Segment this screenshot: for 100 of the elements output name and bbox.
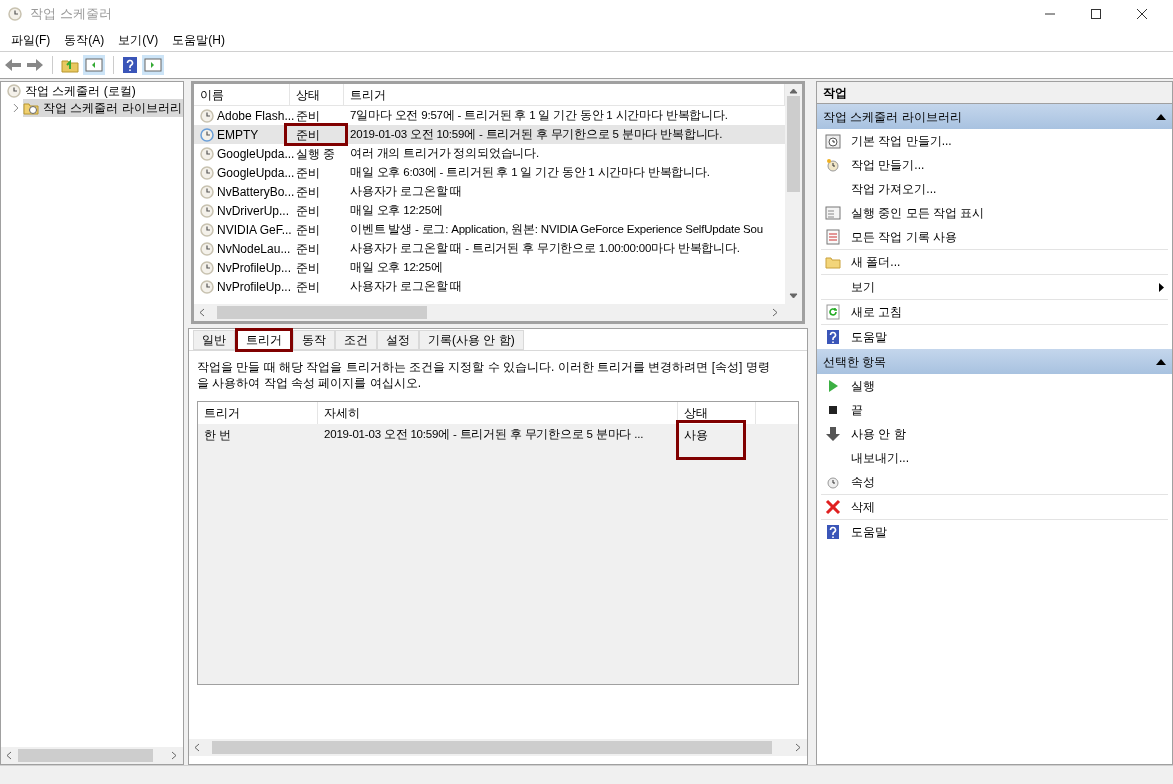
- scroll-left-icon[interactable]: [193, 743, 202, 752]
- tab[interactable]: 조건: [335, 330, 377, 350]
- forward-icon[interactable]: [26, 57, 44, 73]
- clock-icon: [200, 260, 214, 275]
- back-icon[interactable]: [4, 57, 22, 73]
- clock-icon: [825, 474, 841, 490]
- horizontal-scrollbar[interactable]: [1, 747, 183, 764]
- refresh-icon: [825, 304, 841, 320]
- list-window-icon: [825, 205, 841, 221]
- action-item[interactable]: 내보내기...: [821, 446, 1168, 470]
- task-row[interactable]: NvBatteryBo...준비 사용자가 로그온할 때: [194, 182, 785, 201]
- action-item[interactable]: 실행 중인 모든 작업 표시: [821, 201, 1168, 225]
- tab[interactable]: 트리거: [235, 328, 293, 352]
- clock-icon: [200, 146, 214, 161]
- task-status: 준비: [296, 260, 320, 275]
- task-status: 준비: [296, 222, 320, 237]
- action-item[interactable]: 도움말: [821, 520, 1168, 544]
- trigger-type: 한 번: [203, 427, 233, 444]
- tab[interactable]: 일반: [193, 330, 235, 350]
- help-icon[interactable]: [122, 56, 138, 74]
- collapse-caret-icon[interactable]: [1156, 358, 1166, 365]
- action-item[interactable]: 속성: [821, 470, 1168, 494]
- help-icon: [825, 524, 841, 540]
- folder-up-icon[interactable]: [61, 57, 79, 73]
- tab[interactable]: 동작: [293, 330, 335, 350]
- task-status: 준비: [296, 127, 320, 142]
- task-status: 준비: [296, 108, 320, 123]
- action-item[interactable]: 사용 안 함: [821, 422, 1168, 446]
- clock-icon: [7, 84, 21, 98]
- pane-toggle-icon[interactable]: [142, 55, 164, 75]
- actions-header: 작업: [817, 82, 1172, 104]
- clock-icon: [200, 165, 214, 180]
- column-header[interactable]: 상태: [290, 84, 344, 105]
- pane-toggle-icon[interactable]: [83, 55, 105, 75]
- task-trigger: 2019-01-03 오전 10:59에 - 트리거된 후 무기한으로 5 분마다 반복합니다.: [349, 126, 724, 142]
- action-item[interactable]: 도움말: [821, 325, 1168, 349]
- action-item[interactable]: 보기: [821, 275, 1168, 299]
- highlight-box: [284, 123, 348, 146]
- task-row[interactable]: NvProfileUp... 준비 매일 오후 12:25에: [194, 258, 785, 277]
- task-trigger: 매일 오후 6:03에 - 트리거된 후 1 일 기간 동안 1 시간마다 반복합니다.: [349, 164, 711, 180]
- delete-icon: [825, 499, 841, 515]
- menu-item[interactable]: 파일(F): [4, 30, 58, 49]
- collapse-caret-icon[interactable]: [1156, 113, 1166, 120]
- task-name: EMPTY: [217, 126, 259, 144]
- clock-icon: [200, 127, 214, 142]
- action-item[interactable]: 끝: [821, 398, 1168, 422]
- clock-icon: [200, 241, 214, 256]
- tree-item[interactable]: 작업 스케줄러 라이브러리: [22, 99, 183, 117]
- action-item[interactable]: 삭제: [821, 495, 1168, 519]
- submenu-arrow-icon: [1159, 282, 1164, 292]
- clock-icon: [200, 108, 214, 123]
- tree-item[interactable]: 작업 스케줄러 (로컬): [25, 82, 136, 100]
- down-arrow-icon: [825, 426, 841, 442]
- task-row[interactable]: GoogleUpda...실행 중 여러 개의 트리거가 정의되었습니다.: [194, 144, 785, 163]
- task-name: NvProfileUp...: [217, 259, 292, 277]
- horizontal-scrollbar[interactable]: [189, 739, 807, 756]
- task-name: NvNodeLau...: [217, 240, 291, 258]
- scroll-down-icon[interactable]: [789, 292, 798, 301]
- scroll-left-icon[interactable]: [198, 308, 207, 317]
- vertical-scrollbar[interactable]: [785, 84, 802, 304]
- task-status: 준비: [296, 279, 320, 294]
- task-trigger: 여러 개의 트리거가 정의되었습니다.: [349, 145, 540, 161]
- action-item[interactable]: 작업 가져오기...: [821, 177, 1168, 201]
- action-item[interactable]: 작업 만들기...: [821, 153, 1168, 177]
- task-trigger: 매일 오후 12:25에: [349, 202, 444, 218]
- action-item[interactable]: 모든 작업 기록 사용: [821, 225, 1168, 249]
- task-name: NvDriverUp...: [217, 202, 289, 220]
- task-status: 준비: [296, 165, 320, 180]
- action-item[interactable]: 새로 고침: [821, 300, 1168, 324]
- scroll-right-icon[interactable]: [794, 743, 803, 752]
- task-row[interactable]: NVIDIA GeF... 준비 이벤트 발생 - 로그: Application, 원본: NVIDIA GeForce Experience SelfUpdate Sou: [194, 220, 785, 239]
- expand-caret-icon[interactable]: [11, 103, 21, 113]
- column-header[interactable]: 이름: [194, 84, 290, 105]
- section-header[interactable]: 선택한 항목: [817, 349, 1172, 374]
- trigger-status: 사용: [684, 428, 708, 442]
- folder-clock-icon: [22, 101, 39, 115]
- menu-item[interactable]: 도움말(H): [165, 30, 232, 49]
- menu-item[interactable]: 보기(V): [111, 30, 166, 49]
- task-row[interactable]: EMPTY 준비 2019-01-03 오전 10:59에 - 트리거된 후 무기한으로 5 분마다 반복합니다.: [194, 125, 785, 144]
- clock-icon: [200, 203, 214, 218]
- task-row[interactable]: NvDriverUp... 준비 매일 오후 12:25에: [194, 201, 785, 220]
- horizontal-scrollbar[interactable]: [194, 304, 802, 321]
- log-icon: [825, 229, 841, 245]
- help-icon: [825, 329, 841, 345]
- menu-item[interactable]: 동작(A): [57, 30, 112, 49]
- scroll-left-icon[interactable]: [5, 751, 14, 760]
- task-row[interactable]: NvProfileUp... 준비 사용자가 로그온할 때: [194, 277, 785, 296]
- action-item[interactable]: 실행: [821, 374, 1168, 398]
- section-header[interactable]: 작업 스케줄러 라이브러리: [817, 104, 1172, 129]
- action-item[interactable]: 새 폴더...: [821, 250, 1168, 274]
- task-row[interactable]: Adobe Flash...준비 7일마다 오전 9:57에 - 트리거된 후 1 일 기간 동안 1 시간마다 반복합니다.: [194, 106, 785, 125]
- scroll-right-icon[interactable]: [771, 308, 780, 317]
- tab[interactable]: 기록(사용 안 함): [419, 330, 524, 350]
- task-name: NvProfileUp...: [217, 278, 292, 296]
- scroll-right-icon[interactable]: [170, 751, 179, 760]
- tab[interactable]: 설정: [377, 330, 419, 350]
- app-clock-icon: [8, 7, 22, 21]
- task-row[interactable]: GoogleUpda...준비 매일 오후 6:03에 - 트리거된 후 1 일 기간 동안 1 시간마다 반복합니다.: [194, 163, 785, 182]
- task-row[interactable]: NvNodeLau... 준비 사용자가 로그온할 때 - 트리거된 후 무기한으로 1.00:00:00마다 반복합니다.: [194, 239, 785, 258]
- action-item[interactable]: 기본 작업 만들기...: [821, 129, 1168, 153]
